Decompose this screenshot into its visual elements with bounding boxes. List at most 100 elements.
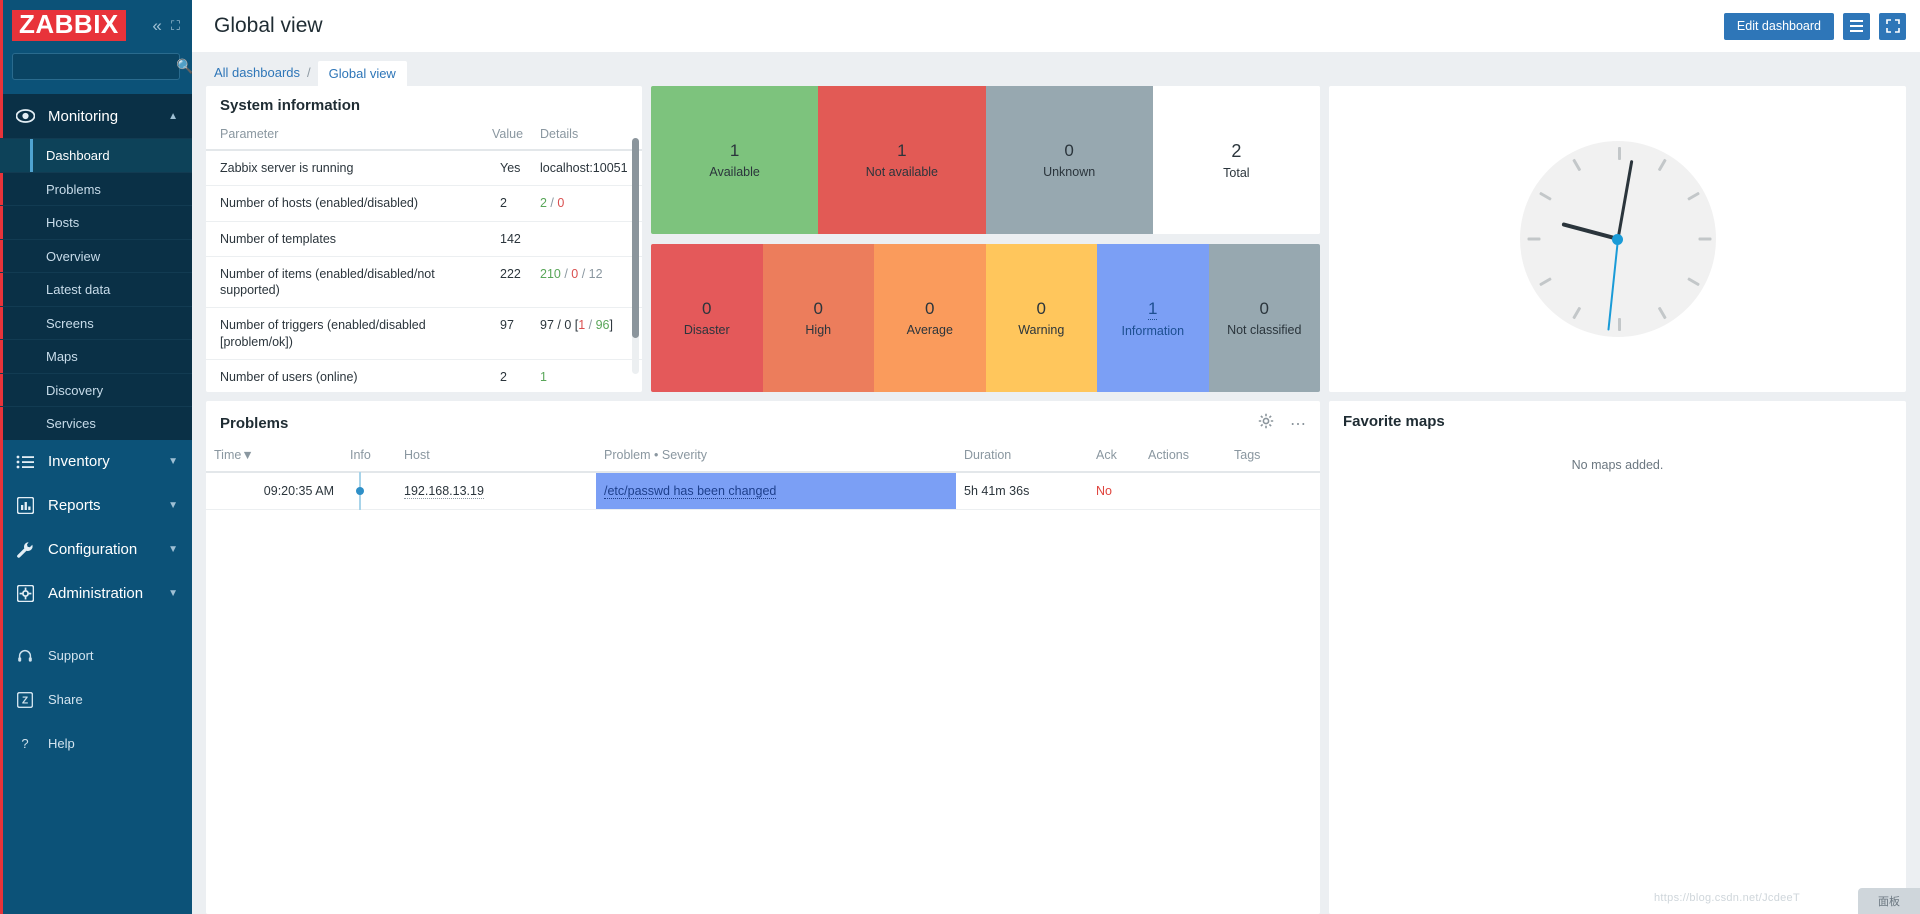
severity-tile-average[interactable]: 0 Average bbox=[874, 244, 986, 392]
search-icon[interactable]: 🔍 bbox=[176, 58, 193, 75]
search-input[interactable] bbox=[21, 59, 176, 74]
gear-icon[interactable] bbox=[1258, 413, 1274, 434]
problem-ack[interactable]: No bbox=[1088, 472, 1140, 510]
edit-dashboard-button[interactable]: Edit dashboard bbox=[1723, 12, 1834, 40]
chevron-down-icon[interactable]: ▼ bbox=[168, 500, 178, 511]
problem-time[interactable]: 09:20:35 AM bbox=[206, 472, 342, 510]
svg-text:Z: Z bbox=[22, 695, 28, 706]
sidebar-item-share[interactable]: Z Share bbox=[0, 678, 192, 722]
problem-host[interactable]: 192.168.13.19 bbox=[396, 472, 596, 510]
more-options-icon[interactable]: ⋯ bbox=[1290, 414, 1306, 434]
clock-second-hand bbox=[1606, 238, 1619, 331]
sysinfo-value: 2 bbox=[486, 359, 532, 392]
col-host[interactable]: Host bbox=[396, 444, 596, 473]
sidebar-item-configuration[interactable]: Configuration ▼ bbox=[0, 528, 192, 572]
sidebar-item-inventory[interactable]: Inventory ▼ bbox=[0, 440, 192, 484]
fullscreen-button[interactable] bbox=[1879, 12, 1906, 40]
chevron-down-icon[interactable]: ▼ bbox=[168, 588, 178, 599]
host-tile-total[interactable]: 2 Total bbox=[1152, 86, 1320, 234]
table-row: Number of triggers (enabled/disabled [pr… bbox=[206, 307, 642, 360]
clock-tick bbox=[1571, 306, 1581, 320]
detail-sep: / bbox=[560, 266, 572, 281]
host-tile-available[interactable]: 1 Available bbox=[651, 86, 819, 234]
clock-tick bbox=[1571, 158, 1581, 172]
problem-name-link[interactable]: /etc/passwd has been changed bbox=[604, 484, 777, 499]
severity-disaster-label: Disaster bbox=[683, 323, 730, 337]
breadcrumb-current[interactable]: Global view bbox=[317, 61, 407, 86]
sidebar-item-discovery[interactable]: Discovery bbox=[0, 372, 192, 407]
sidebar-item-support[interactable]: Support bbox=[0, 634, 192, 678]
sidebar-item-help[interactable]: ? Help bbox=[0, 722, 192, 766]
main-area: Global view Edit dashboard All dashboard… bbox=[192, 0, 1920, 914]
sidebar-submenu-monitoring: Dashboard Problems Hosts Overview Latest… bbox=[0, 138, 192, 440]
dashboard-menu-button[interactable] bbox=[1843, 12, 1870, 40]
problem-actions bbox=[1140, 472, 1226, 510]
sidebar-item-dashboard[interactable]: Dashboard bbox=[0, 138, 192, 172]
chevron-down-icon[interactable]: ▼ bbox=[168, 456, 178, 467]
app-root: ZABBIX « ⛶ 🔍 Monitoring ▲ Dashboard Prob… bbox=[0, 0, 1920, 914]
problem-name-cell[interactable]: /etc/passwd has been changed bbox=[596, 472, 956, 510]
severity-tile-warning[interactable]: 0 Warning bbox=[985, 244, 1097, 392]
chevron-down-icon[interactable]: ▼ bbox=[168, 544, 178, 555]
system-information-scrollbar[interactable] bbox=[632, 138, 639, 374]
problem-duration: 5h 41m 36s bbox=[956, 472, 1088, 510]
col-ack[interactable]: Ack bbox=[1088, 444, 1140, 473]
bar-chart-icon bbox=[14, 497, 36, 515]
table-row[interactable]: 09:20:35 AM 192.168.13.19 /etc/passwd ha… bbox=[206, 472, 1320, 510]
col-time[interactable]: Time▼ bbox=[206, 444, 342, 473]
col-problem-severity[interactable]: Problem • Severity bbox=[596, 444, 956, 473]
host-tile-not-available[interactable]: 1 Not available bbox=[818, 86, 986, 234]
detail-sep: / bbox=[585, 318, 596, 333]
widget-host-availability: 1 Available 1 Not available 0 Unknown 2 … bbox=[651, 86, 1320, 234]
system-information-title: System information bbox=[220, 97, 361, 114]
clock-tick bbox=[1538, 277, 1552, 287]
host-tile-unknown[interactable]: 0 Unknown bbox=[985, 86, 1153, 234]
problem-ack-link[interactable]: No bbox=[1096, 484, 1112, 498]
severity-information-count[interactable]: 1 bbox=[1148, 299, 1158, 320]
sidebar-item-administration[interactable]: Administration ▼ bbox=[0, 572, 192, 616]
clock-hour-hand bbox=[1560, 222, 1619, 241]
table-row: Number of templates 142 bbox=[206, 221, 642, 257]
severity-tile-high[interactable]: 0 High bbox=[762, 244, 874, 392]
problem-host-link[interactable]: 192.168.13.19 bbox=[404, 484, 484, 499]
collapse-sidebar-icon[interactable]: « bbox=[152, 17, 161, 34]
sidebar-item-configuration-label: Configuration bbox=[48, 541, 138, 559]
sidebar-item-reports[interactable]: Reports ▼ bbox=[0, 484, 192, 528]
sidebar-item-latest-data[interactable]: Latest data bbox=[0, 272, 192, 306]
severity-tile-disaster[interactable]: 0 Disaster bbox=[651, 244, 763, 392]
chevron-up-icon[interactable]: ▲ bbox=[168, 111, 178, 122]
sidebar-item-dashboard-label: Dashboard bbox=[46, 148, 110, 164]
sidebar-item-maps[interactable]: Maps bbox=[0, 339, 192, 373]
detail-part: 210 bbox=[540, 266, 561, 281]
sysinfo-value: Yes bbox=[486, 150, 532, 187]
eye-icon bbox=[14, 109, 36, 124]
problems-body: 09:20:35 AM 192.168.13.19 /etc/passwd ha… bbox=[206, 472, 1320, 510]
compact-view-icon[interactable]: ⛶ bbox=[171, 19, 180, 32]
sidebar-item-screens[interactable]: Screens bbox=[0, 305, 192, 340]
sidebar-item-services[interactable]: Services bbox=[0, 406, 192, 440]
sort-desc-icon: ▼ bbox=[241, 448, 254, 462]
clock-tick bbox=[1538, 191, 1552, 201]
zabbix-logo[interactable]: ZABBIX bbox=[12, 10, 126, 42]
col-duration[interactable]: Duration bbox=[956, 444, 1088, 473]
sidebar-item-monitoring[interactable]: Monitoring ▲ bbox=[0, 94, 192, 139]
sidebar-item-hosts[interactable]: Hosts bbox=[0, 205, 192, 239]
sidebar-item-problems[interactable]: Problems bbox=[0, 171, 192, 206]
detail-part: 0 bbox=[557, 196, 565, 211]
severity-tile-information[interactable]: 1 Information bbox=[1097, 244, 1209, 392]
sidebar-item-help-label: Help bbox=[48, 736, 75, 752]
widget-problems: Problems ⋯ Time▼ Info Host Problem • Sev… bbox=[206, 401, 1320, 914]
breadcrumb-all-dashboards[interactable]: All dashboards bbox=[214, 65, 300, 86]
col-actions[interactable]: Actions bbox=[1140, 444, 1226, 473]
col-info[interactable]: Info bbox=[342, 444, 396, 473]
dashboard-grid: System information Parameter Value Detai… bbox=[192, 86, 1920, 914]
severity-average-count: 0 bbox=[925, 299, 935, 318]
col-parameter: Parameter bbox=[206, 123, 486, 151]
detail-part: 96 bbox=[595, 318, 610, 333]
severity-tile-not-classified[interactable]: 0 Not classified bbox=[1208, 244, 1320, 392]
sidebar-search: 🔍 bbox=[0, 41, 193, 94]
col-tags[interactable]: Tags bbox=[1226, 444, 1320, 473]
sidebar-item-overview[interactable]: Overview bbox=[0, 238, 192, 273]
sidebar-item-screens-label: Screens bbox=[46, 315, 94, 331]
severity-not-classified-label: Not classified bbox=[1227, 323, 1302, 337]
